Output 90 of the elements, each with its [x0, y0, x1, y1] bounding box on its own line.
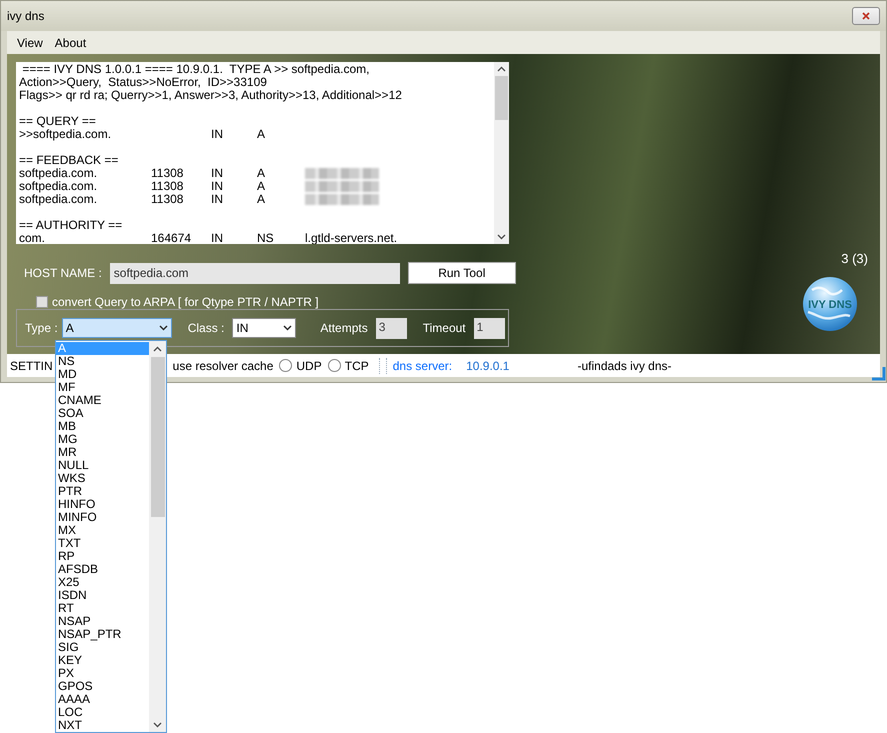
close-button[interactable]	[852, 7, 880, 25]
dropdown-option[interactable]: WKS	[56, 472, 149, 485]
record-type: A	[257, 167, 266, 180]
attempts-field[interactable]: 3	[376, 318, 407, 338]
dropdown-option[interactable]: CNAME	[56, 394, 149, 407]
record-class: IN	[211, 180, 224, 193]
dropdown-option[interactable]: PX	[56, 667, 149, 680]
globe-logo: IVY DNS	[802, 276, 858, 332]
record-type: A	[257, 193, 266, 206]
dropdown-option[interactable]: MR	[56, 446, 149, 459]
record-class: IN	[211, 193, 224, 206]
dropdown-option[interactable]: HINFO	[56, 498, 149, 511]
radio-button[interactable]	[279, 359, 292, 372]
type-label: Type :	[25, 320, 58, 337]
radio-button[interactable]	[328, 359, 341, 372]
scroll-thumb[interactable]	[150, 357, 164, 517]
dropdown-option[interactable]: NSAP	[56, 615, 149, 628]
class-label: Class :	[188, 320, 224, 337]
host-name-label: HOST NAME :	[24, 265, 102, 282]
record-ttl: 164674	[151, 232, 192, 244]
record-name: com.	[19, 232, 46, 244]
dropdown-option[interactable]: MG	[56, 433, 149, 446]
dropdown-option[interactable]: X25	[56, 576, 149, 589]
dropdown-option[interactable]: NS	[56, 355, 149, 368]
dropdown-option[interactable]: MF	[56, 381, 149, 394]
dropdown-option[interactable]: NXT	[56, 719, 149, 732]
record-class: IN	[211, 128, 224, 141]
output-line: == FEEDBACK ==	[19, 154, 120, 167]
scrollbar[interactable]	[149, 341, 166, 732]
output-line: Action>>Query, Status>>NoError, ID>>33109	[19, 76, 268, 89]
output-line: Flags>> qr rd ra; Querry>>1, Answer>>3, Authority>>13, Additional>>12	[19, 89, 403, 102]
window-title: ivy dns	[7, 8, 44, 25]
dropdown-option[interactable]: SIG	[56, 641, 149, 654]
output-line: == AUTHORITY ==	[19, 219, 124, 232]
settings-label: SETTIN	[10, 358, 53, 374]
record-ttl: 11308	[151, 180, 184, 193]
dropdown-option[interactable]: PTR	[56, 485, 149, 498]
radio-label: UDP	[296, 358, 322, 374]
type-dropdown[interactable]: A	[62, 318, 172, 338]
attempts-label: Attempts	[320, 320, 368, 337]
dropdown-option[interactable]: LOC	[56, 706, 149, 719]
dropdown-option[interactable]: MB	[56, 420, 149, 433]
dns-server-label: dns server:	[392, 358, 452, 374]
dropdown-option[interactable]: TXT	[56, 537, 149, 550]
dropdown-option[interactable]: NULL	[56, 459, 149, 472]
radio-label: TCP	[344, 358, 369, 374]
scrollbar[interactable]	[494, 62, 509, 244]
dns-server-value: 10.9.0.1	[466, 358, 510, 374]
dropdown-option[interactable]: MINFO	[56, 511, 149, 524]
dropdown-option[interactable]: MX	[56, 524, 149, 537]
dropdown-option[interactable]: SOA	[56, 407, 149, 420]
dropdown-option[interactable]: MD	[56, 368, 149, 381]
dropdown-option[interactable]: KEY	[56, 654, 149, 667]
record-ttl: 11308	[151, 167, 184, 180]
resize-grip-icon[interactable]	[872, 366, 886, 381]
dropdown-option[interactable]: RP	[56, 550, 149, 563]
menu-item[interactable]: View	[11, 34, 49, 52]
record-name: >>softpedia.com.	[19, 128, 112, 141]
resolver-cache-label: use resolver cache	[172, 358, 274, 374]
record-type: A	[257, 128, 266, 141]
close-icon	[862, 12, 870, 20]
dropdown-option[interactable]: NSAP_PTR	[56, 628, 149, 641]
dropdown-option[interactable]: AAAA	[56, 693, 149, 706]
record-type: A	[257, 180, 266, 193]
menu-item[interactable]: About	[48, 34, 92, 52]
chevron-down-icon	[283, 325, 292, 331]
dropdown-option[interactable]: RT	[56, 602, 149, 615]
record-ttl: 11308	[151, 193, 184, 206]
scroll-thumb[interactable]	[495, 76, 508, 120]
record-name: softpedia.com.	[19, 167, 98, 180]
run-tool-button[interactable]: Run Tool	[408, 262, 516, 284]
record-type: NS	[257, 232, 275, 244]
dropdown-option[interactable]: GPOS	[56, 680, 149, 693]
host-name-field[interactable]: softpedia.com	[110, 262, 400, 284]
record-class: IN	[211, 167, 224, 180]
output-line: ==== IVY DNS 1.0.0.1 ==== 10.9.0.1. TYPE A >> softpedia.com,	[21, 63, 370, 76]
result-count: 3 (3)	[841, 250, 868, 268]
checkbox-label: convert Query to ARPA [ for Qtype PTR / NAPTR ]	[52, 294, 319, 311]
class-dropdown[interactable]: IN	[232, 318, 296, 338]
record-class: IN	[211, 232, 224, 244]
output-line: == QUERY ==	[19, 115, 97, 128]
footer-text: -ufindads ivy dns-	[577, 358, 672, 374]
dropdown-option[interactable]: AFSDB	[56, 563, 149, 576]
dropdown-option[interactable]: ISDN	[56, 589, 149, 602]
record-name: softpedia.com.	[19, 193, 98, 206]
checkbox[interactable]	[36, 296, 48, 308]
timeout-field[interactable]: 1	[474, 318, 505, 338]
timeout-label: Timeout	[422, 320, 466, 337]
chevron-down-icon	[158, 325, 168, 331]
record-name: softpedia.com.	[19, 180, 98, 193]
